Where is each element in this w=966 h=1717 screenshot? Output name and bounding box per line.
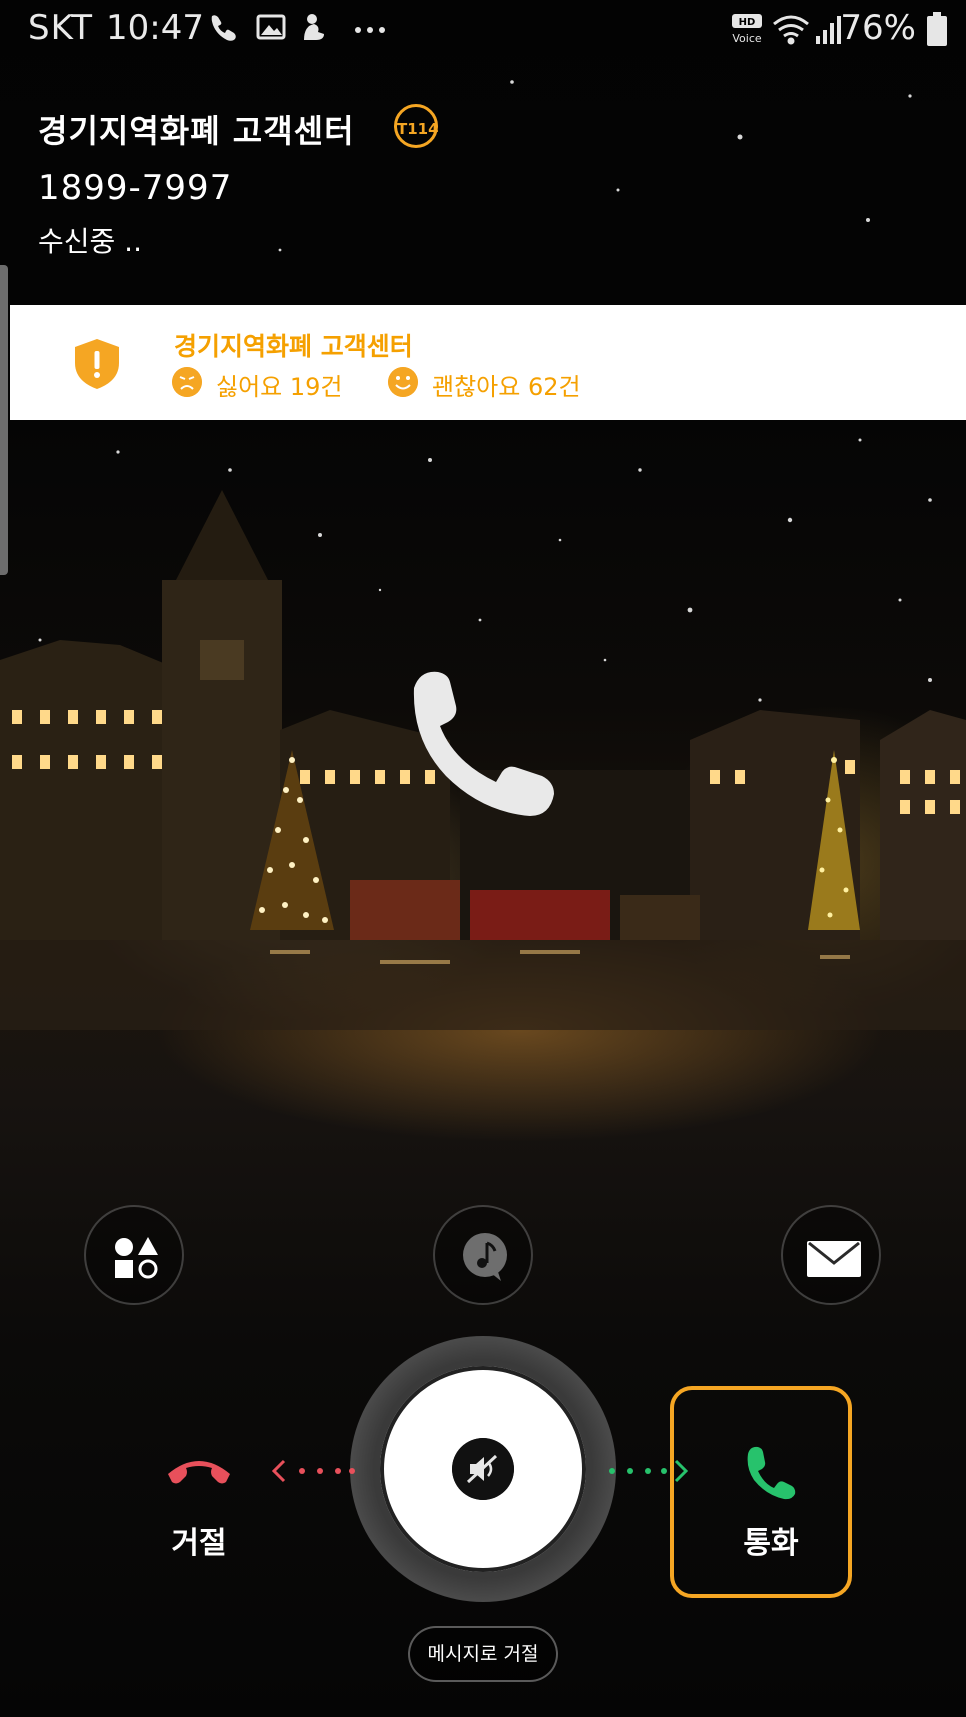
- message-button[interactable]: [781, 1205, 881, 1305]
- like-face-icon: [388, 367, 418, 397]
- status-bar: SKT 10:47 HD Voice 76%: [0, 0, 966, 58]
- edge-panel-handle[interactable]: [0, 265, 8, 575]
- decline-label[interactable]: 거절: [164, 1518, 234, 1562]
- mute-ringtone-button[interactable]: [452, 1438, 514, 1500]
- apps-button[interactable]: [84, 1205, 184, 1305]
- decline-with-message-button[interactable]: 메시지로 거절: [408, 1626, 558, 1682]
- more-notifications-icon: [355, 27, 385, 33]
- answer-label[interactable]: 통화: [736, 1518, 806, 1562]
- caller-info: 경기지역화폐 고객센터 T114 1899-7997 수신중 ..: [38, 104, 439, 258]
- incoming-call-handset-icon: [413, 671, 554, 816]
- signal-icon: [816, 16, 841, 44]
- wifi-icon: [773, 15, 809, 45]
- dislike-label: 싫어요 19건: [216, 373, 343, 401]
- battery-percentage: 76%: [840, 8, 916, 48]
- answer-phone-icon: [747, 1446, 796, 1500]
- caller-number: 1899-7997: [38, 168, 233, 208]
- caller-name: 경기지역화폐 고객센터: [38, 112, 355, 150]
- like-label: 괜찮아요 62건: [432, 373, 581, 401]
- call-status: 수신중 ..: [38, 225, 142, 258]
- app-notification-icon: [304, 14, 324, 40]
- svg-text:HD: HD: [739, 17, 756, 28]
- banner-title: 경기지역화폐 고객센터: [174, 332, 413, 361]
- message-envelope-icon: [807, 1241, 861, 1277]
- gallery-notification-icon: [256, 14, 286, 40]
- call-notification-icon: [211, 15, 236, 41]
- notification-icons: [211, 14, 385, 41]
- battery-icon: [927, 12, 947, 46]
- decline-direction-arrows: [271, 1459, 355, 1483]
- svg-text:Voice: Voice: [732, 32, 762, 45]
- carrier-label: SKT: [28, 8, 94, 48]
- caller-info-banner[interactable]: 경기지역화폐 고객센터 싫어요 19건 괜찮아요 62건: [10, 305, 966, 420]
- apps-shapes-icon: [115, 1237, 158, 1279]
- shield-icon: [75, 339, 119, 389]
- hd-voice-icon: HD Voice: [732, 14, 762, 45]
- decline-phone-icon: [168, 1461, 230, 1484]
- t114-badge: T114: [394, 104, 439, 148]
- music-button[interactable]: [433, 1205, 533, 1305]
- music-note-icon: [463, 1233, 507, 1281]
- clock-time: 10:47: [106, 8, 204, 48]
- dislike-face-icon: [172, 367, 202, 397]
